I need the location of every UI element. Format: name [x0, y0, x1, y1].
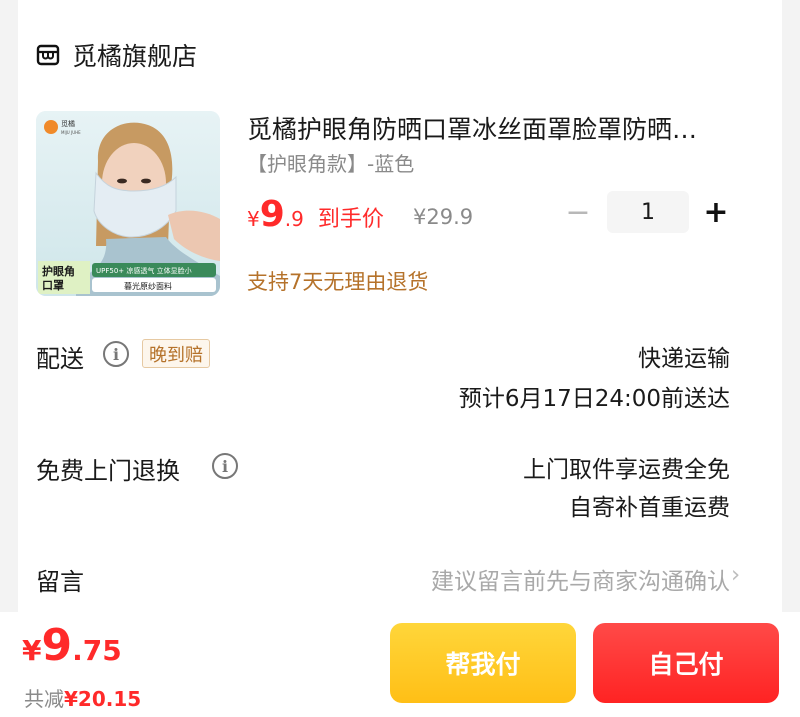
quantity-input[interactable]: 1: [607, 191, 689, 233]
image-caption-top: UPF50+ 凉感透气 立体显脸小: [96, 266, 192, 275]
total-symbol: ¥: [22, 634, 42, 667]
product-image[interactable]: 觅橘 MIJU JUHE 护眼角 口罩 UPF50+ 凉感透气 立体显脸小 暮光…: [36, 111, 220, 296]
info-icon[interactable]: i: [103, 341, 129, 367]
help-me-pay-button[interactable]: 帮我付: [390, 623, 576, 703]
late-compensation-badge: 晚到赔: [142, 339, 210, 368]
delivery-label: 配送: [36, 345, 84, 373]
store-icon: [36, 44, 60, 66]
remark-input[interactable]: 建议留言前先与商家沟通确认: [431, 562, 730, 596]
free-return-label: 免费上门退换: [36, 457, 180, 485]
svg-text:口罩: 口罩: [42, 279, 64, 292]
store-name: 觅橘旗舰店: [72, 42, 198, 71]
free-return-line1: 上门取件享运费全免: [523, 457, 730, 483]
product-variant[interactable]: 【护眼角款】-蓝色: [247, 148, 414, 177]
svg-text:护眼角: 护眼角: [42, 264, 75, 278]
delivery-method: 快递运输: [638, 346, 730, 372]
store-header[interactable]: 觅橘旗舰店: [36, 38, 197, 72]
chevron-right-icon[interactable]: ›: [731, 562, 740, 588]
quantity-stepper: − 1 +: [565, 191, 729, 233]
product-photo: 觅橘 MIJU JUHE 护眼角 口罩 UPF50+ 凉感透气 立体显脸小 暮光…: [36, 111, 220, 296]
image-caption-bottom: 暮光原纱面料: [124, 281, 172, 291]
price-integer: 9: [259, 194, 285, 235]
delivery-eta: 预计6月17日24:00前送达: [458, 386, 730, 412]
order-card: [18, 0, 782, 630]
product-title[interactable]: 觅橘护眼角防晒口罩冰丝面罩脸罩防晒口罩: [247, 110, 717, 146]
original-price: ¥29.9: [413, 205, 474, 229]
total-price: ¥ 9 .75: [22, 620, 122, 671]
free-return-line2: 自寄补首重运费: [569, 495, 730, 521]
remark-label: 留言: [36, 568, 84, 596]
returns-note: 支持7天无理由退货: [247, 270, 429, 294]
price-tag: 到手价: [317, 207, 384, 232]
discount-summary: 共减¥20.15: [24, 683, 141, 712]
discount-value: ¥20.15: [64, 687, 142, 711]
price-symbol: ¥: [247, 207, 260, 231]
pay-myself-button[interactable]: 自己付: [593, 623, 779, 703]
total-decimal: .75: [72, 634, 122, 667]
total-integer: 9: [41, 620, 73, 671]
info-icon[interactable]: i: [212, 453, 238, 479]
image-brand-en: MIJU JUHE: [61, 130, 81, 135]
price-decimal: .9: [284, 207, 304, 231]
discount-label: 共减: [24, 687, 64, 711]
image-brand: 觅橘: [61, 119, 75, 128]
quantity-increase-button[interactable]: +: [703, 195, 729, 230]
quantity-decrease-button[interactable]: −: [565, 195, 591, 230]
product-price: ¥ 9 .9 到手价: [247, 194, 384, 235]
